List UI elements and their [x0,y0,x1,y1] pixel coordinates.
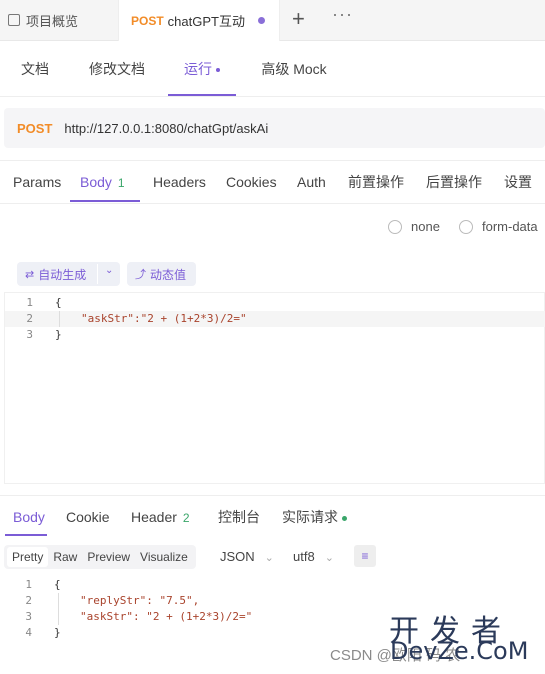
code-text: { [54,578,61,591]
code-line: 1 { [4,577,545,593]
tab-auth[interactable]: Auth [297,161,326,202]
tab-project-overview[interactable]: 项目概览 [0,0,118,40]
tab-body[interactable]: Body 1 [70,161,140,202]
indent-guide [58,593,59,625]
indent-guide [59,311,60,327]
resp-tab-header-label: Header [131,509,177,525]
code-text: } [54,626,61,639]
line-number: 3 [26,328,33,341]
request-tabs: Params Body 1 Headers Cookies Auth 前置操作 后… [0,160,545,204]
url-bar[interactable]: POST http://127.0.0.1:8080/chatGpt/askAi [4,108,545,148]
line-number: 3 [25,610,32,623]
divider [97,264,98,284]
line-number: 1 [26,296,33,309]
tab-strip: 项目概览 POST chatGPT互动 + ··· [0,0,545,41]
tab-chatgpt-label: chatGPT互动 [167,14,245,29]
code-text: { [55,296,62,309]
tab-cookies[interactable]: Cookies [226,161,277,202]
code-line: 3 } [5,327,545,343]
resp-tab-header[interactable]: Header 2 [131,496,190,536]
more-icon[interactable]: ··· [332,4,353,25]
radio-circle-icon [459,219,473,234]
swap-icon: ⇄ [25,268,35,281]
overview-icon [8,14,20,26]
magic-wand-icon: ⤴ [135,269,146,281]
line-number: 2 [25,594,32,607]
resp-tab-body[interactable]: Body [5,496,47,536]
format-pretty[interactable]: Pretty [7,547,49,567]
body-count-badge: 1 [117,176,125,190]
radio-none[interactable]: none [388,219,440,234]
wrap-lines-icon[interactable]: ≡ [354,545,376,567]
radio-form-data-label: form-data [482,219,538,234]
tab-project-overview-label: 项目概览 [26,13,79,29]
tab-docs[interactable]: 文档 [20,41,50,96]
tab-run[interactable]: 运行 [168,41,236,96]
line-number: 2 [26,312,33,325]
code-text: "replyStr": "7.5", [80,594,200,607]
code-line: 2 "askStr":"2 + (1+2*3)/2=" [5,311,545,327]
resp-tab-actual-request[interactable]: 实际请求 [282,496,347,536]
unsaved-dot-icon [258,17,265,24]
resp-tab-console[interactable]: 控制台 [218,496,260,536]
format-visualize[interactable]: Visualize [135,547,193,567]
format-raw[interactable]: Raw [48,547,82,567]
line-number: 4 [25,626,32,639]
tab-settings[interactable]: 设置 [504,161,532,202]
tab-pre-ops[interactable]: 前置操作 [348,161,404,202]
status-dot-icon [342,515,347,521]
format-toggle: Pretty Raw Preview Visualize [4,545,196,569]
tab-headers[interactable]: Headers [153,161,206,202]
dynamic-value-label: 动态值 [150,267,187,282]
format-select[interactable]: JSON ⌄ [220,545,274,569]
tab-run-label: 运行 [184,61,212,77]
resp-tab-cookie[interactable]: Cookie [66,496,110,536]
chevron-down-icon: ⌄ [264,552,274,564]
resp-tab-actual-label: 实际请求 [282,509,338,525]
chevron-down-icon[interactable]: ⌄ [105,265,113,276]
code-text: } [55,328,62,341]
doc-tabs: 文档 修改文档 运行 高级 Mock [0,41,545,97]
tab-params[interactable]: Params [13,161,61,202]
header-count-badge: 2 [182,511,190,525]
code-text: "askStr": "2 + (1+2*3)/2=" [80,610,253,623]
chevron-down-icon: ⌄ [324,552,334,564]
tab-post-ops[interactable]: 后置操作 [426,161,482,202]
format-select-value: JSON [220,549,255,564]
tab-advanced-mock[interactable]: 高级 Mock [260,41,328,96]
tab-edit-docs[interactable]: 修改文档 [88,41,146,96]
radio-none-label: none [411,219,440,234]
format-preview[interactable]: Preview [82,547,135,567]
dynamic-value-button[interactable]: ⤴ 动态值 [127,262,196,286]
request-body-editor[interactable]: 1 { 2 "askStr":"2 + (1+2*3)/2=" 3 } [4,292,545,484]
tab-chatgpt[interactable]: POST chatGPT互动 [118,0,280,41]
tab-method-label: POST [131,13,164,28]
encoding-select[interactable]: utf8 ⌄ [293,545,334,569]
code-line: 1 { [5,295,545,311]
radio-circle-icon [388,219,402,234]
radio-form-data[interactable]: form-data [459,219,538,234]
response-tabs: Body Cookie Header 2 控制台 实际请求 [0,495,545,536]
auto-generate-button[interactable]: ⇄ 自动生成 ⌄ [17,262,120,286]
code-text: "askStr":"2 + (1+2*3)/2=" [81,312,247,325]
tab-body-label: Body [80,174,112,190]
watermark-en: DevZe.CoM [390,637,529,665]
url-input[interactable]: http://127.0.0.1:8080/chatGpt/askAi [64,121,268,136]
new-tab-button[interactable]: + [292,6,305,32]
auto-generate-label: 自动生成 [38,267,87,282]
encoding-select-value: utf8 [293,549,315,564]
request-method[interactable]: POST [17,121,52,136]
line-number: 1 [25,578,32,591]
run-dot-icon [216,68,220,73]
